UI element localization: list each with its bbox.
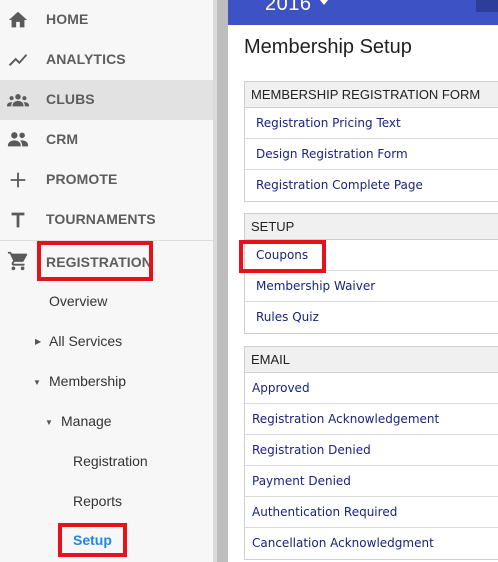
sidebar-item-label: HOME (46, 11, 89, 27)
sidebar-item-home[interactable]: HOME (0, 0, 213, 40)
sidebar-item-label: CRM (46, 131, 79, 147)
sidebar-item-promote[interactable]: PROMOTE (0, 160, 213, 200)
section-email: EMAIL Approved Registration Acknowledgem… (244, 346, 498, 560)
link-registration-complete-page[interactable]: Registration Complete Page (245, 170, 498, 201)
link-rules-quiz[interactable]: Rules Quiz (245, 302, 498, 333)
sidebar-subitem-reports[interactable]: Reports (73, 493, 122, 509)
panel-splitter[interactable] (213, 0, 228, 562)
caret-down-icon[interactable]: ▼ (33, 378, 41, 387)
sidebar-item-analytics[interactable]: ANALYTICS (0, 40, 213, 80)
topbar-button[interactable] (476, 0, 498, 12)
link-approved[interactable]: Approved (245, 373, 498, 404)
section-header: SETUP (245, 214, 498, 240)
coupons-highlight-box (239, 240, 326, 273)
sidebar: HOME ANALYTICS CLUBS CRM PROMOTE TOURNAM… (0, 0, 213, 562)
group-icon (7, 89, 29, 111)
sidebar-subitem-overview[interactable]: Overview (49, 293, 107, 309)
link-registration-acknowledgement[interactable]: Registration Acknowledgement (245, 404, 498, 435)
sidebar-item-label: CLUBS (46, 91, 95, 107)
sidebar-subitem-setup[interactable]: Setup (73, 532, 112, 548)
sidebar-item-clubs[interactable]: CLUBS (0, 80, 213, 120)
sidebar-subitem-manage[interactable]: Manage (61, 413, 112, 429)
cart-icon (7, 250, 29, 272)
sidebar-item-label: TOURNAMENTS (46, 211, 156, 227)
link-design-registration-form[interactable]: Design Registration Form (245, 139, 498, 170)
link-registration-pricing-text[interactable]: Registration Pricing Text (245, 108, 498, 139)
sidebar-item-tournaments[interactable]: TOURNAMENTS (0, 200, 213, 240)
section-setup: SETUP Coupons Membership Waiver Rules Qu… (244, 213, 498, 334)
year-selector[interactable]: 2016 (265, 0, 312, 16)
link-payment-denied[interactable]: Payment Denied (245, 466, 498, 497)
people-icon (7, 128, 29, 150)
registration-highlight-box (37, 241, 153, 281)
section-registration-form: MEMBERSHIP REGISTRATION FORM Registratio… (244, 81, 498, 202)
splitter-edge (213, 0, 217, 562)
section-header: EMAIL (245, 347, 498, 373)
plus-icon (7, 169, 29, 191)
sidebar-subitem-all-services[interactable]: All Services (49, 333, 122, 349)
section-header: MEMBERSHIP REGISTRATION FORM (245, 82, 498, 108)
link-authentication-required[interactable]: Authentication Required (245, 497, 498, 528)
sidebar-subitem-membership[interactable]: Membership (49, 373, 126, 389)
sidebar-subitem-registration[interactable]: Registration (73, 453, 148, 469)
letter-t-icon (7, 209, 29, 231)
page-title: Membership Setup (244, 36, 412, 58)
home-icon (7, 9, 29, 31)
link-membership-waiver[interactable]: Membership Waiver (245, 271, 498, 302)
chevron-down-icon[interactable] (320, 0, 328, 5)
sidebar-item-label: PROMOTE (46, 171, 118, 187)
sidebar-item-label: ANALYTICS (46, 51, 126, 67)
sidebar-item-crm[interactable]: CRM (0, 120, 213, 160)
caret-down-icon[interactable]: ▼ (45, 418, 53, 427)
trending-line-icon (7, 49, 29, 71)
link-cancellation-acknowledgment[interactable]: Cancellation Acknowledgment (245, 528, 498, 559)
caret-right-icon[interactable]: ▶ (35, 337, 41, 346)
link-registration-denied[interactable]: Registration Denied (245, 435, 498, 466)
top-bar: 2016 (228, 0, 498, 25)
